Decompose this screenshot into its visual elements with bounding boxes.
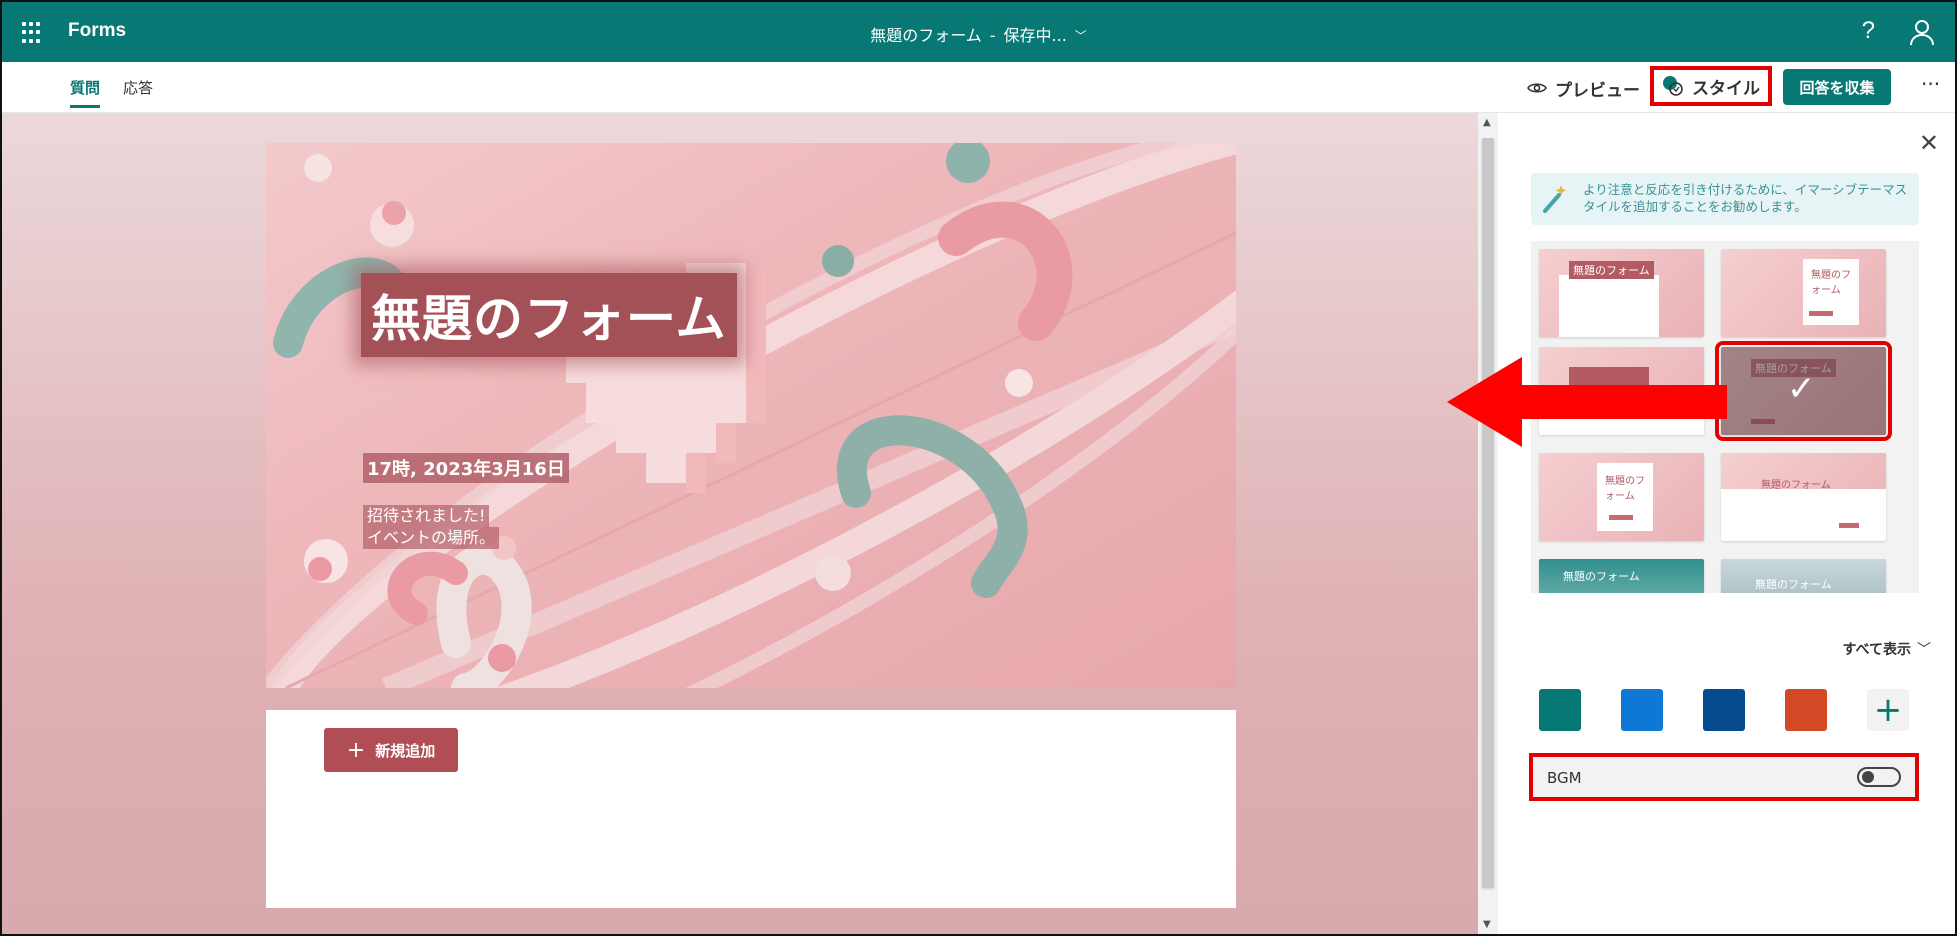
hero-background-art (266, 143, 1236, 688)
color-swatch-teal[interactable] (1539, 689, 1581, 731)
style-label: スタイル (1692, 78, 1760, 99)
bgm-label: BGM (1547, 769, 1582, 787)
add-new-button[interactable]: + 新規追加 (324, 728, 458, 772)
style-pane: ✕ より注意と反応を引き付けるために、イマーシブテーマスタイルを追加することをお… (1499, 113, 1955, 934)
color-swatch-orange[interactable] (1785, 689, 1827, 731)
help-icon[interactable]: ? (1862, 17, 1875, 45)
top-app-bar: Forms 無題のフォーム - 保存中... ﹀ ? (2, 2, 1955, 62)
theme-thumbnail[interactable]: 無題のフォーム (1539, 453, 1704, 541)
show-all-themes-link[interactable]: すべて表示 ﹀ (1843, 639, 1931, 659)
bgm-toggle[interactable] (1857, 767, 1901, 787)
document-title: 無題のフォーム (870, 26, 982, 45)
bgm-setting: BGM (1529, 753, 1919, 801)
preview-button[interactable]: プレビュー (1527, 75, 1640, 101)
scroll-up-icon[interactable]: ▲ (1483, 117, 1491, 128)
theme-thumbnail[interactable]: 無題のフォーム (1721, 249, 1886, 337)
canvas-scrollbar[interactable]: ▲ ▼ (1478, 113, 1498, 934)
form-header-image: 無題のフォーム 17時, 2023年3月16日 招待されました! イベントの場所… (266, 143, 1236, 688)
command-bar: 質問 応答 プレビュー スタイル 回答を収集 ··· (2, 62, 1955, 113)
form-canvas: 無題のフォーム 17時, 2023年3月16日 招待されました! イベントの場所… (2, 113, 1478, 934)
scrollbar-thumb[interactable] (1482, 138, 1494, 888)
document-title-area[interactable]: 無題のフォーム - 保存中... ﹀ (2, 22, 1955, 46)
tip-text: より注意と反応を引き付けるために、イマーシブテーマスタイルを追加することをお勧め… (1583, 182, 1908, 214)
theme-thumbnail[interactable]: 無題のフォーム (1539, 559, 1704, 593)
description-line: 招待されました! (363, 505, 490, 527)
color-swatch-row: + (1539, 689, 1909, 731)
theme-thumbnail[interactable]: 無題のフォーム (1721, 453, 1886, 541)
immersive-theme-tip: より注意と反応を引き付けるために、イマーシブテーマスタイルを追加することをお勧め… (1531, 173, 1919, 225)
form-description[interactable]: 招待されました! イベントの場所。 (363, 505, 500, 549)
tab-responses[interactable]: 応答 (123, 77, 153, 98)
tab-questions[interactable]: 質問 (70, 77, 101, 108)
color-swatch-navy[interactable] (1703, 689, 1745, 731)
show-all-label: すべて表示 (1842, 642, 1911, 658)
eye-icon (1527, 83, 1547, 93)
magic-wand-icon (1543, 185, 1567, 213)
style-button[interactable]: スタイル (1650, 66, 1772, 106)
form-title[interactable]: 無題のフォーム (361, 273, 737, 357)
checkmark-icon: ✓ (1787, 369, 1816, 409)
chevron-down-icon[interactable]: ﹀ (1075, 27, 1087, 44)
save-status: 保存中... (1003, 26, 1067, 45)
description-line: イベントの場所。 (363, 527, 500, 549)
collect-responses-button[interactable]: 回答を収集 (1783, 69, 1891, 105)
color-swatch-blue[interactable] (1621, 689, 1663, 731)
annotation-arrow (1447, 357, 1727, 447)
account-icon[interactable] (1909, 18, 1935, 46)
title-separator: - (989, 26, 996, 45)
theme-thumbnail[interactable]: 無題のフォーム (1539, 249, 1704, 337)
more-options-icon[interactable]: ··· (1921, 72, 1940, 96)
chevron-down-icon: ﹀ (1917, 642, 1931, 658)
theme-thumbnail[interactable]: 無題のフォーム (1721, 559, 1886, 593)
plus-icon: + (346, 737, 366, 763)
app-window: Forms 無題のフォーム - 保存中... ﹀ ? 質問 応答 プレビュー ス… (0, 0, 1957, 936)
form-body-card: + 新規追加 (266, 710, 1236, 908)
form-date[interactable]: 17時, 2023年3月16日 (363, 453, 569, 483)
scroll-down-icon[interactable]: ▼ (1483, 919, 1491, 930)
close-icon[interactable]: ✕ (1919, 129, 1939, 158)
theme-thumbnail-selected[interactable]: 無題のフォーム ✓ (1715, 341, 1892, 441)
add-new-label: 新規追加 (375, 741, 436, 760)
custom-color-plus-icon[interactable]: + (1867, 689, 1909, 731)
palette-icon (1663, 76, 1683, 96)
preview-label: プレビュー (1555, 80, 1640, 101)
